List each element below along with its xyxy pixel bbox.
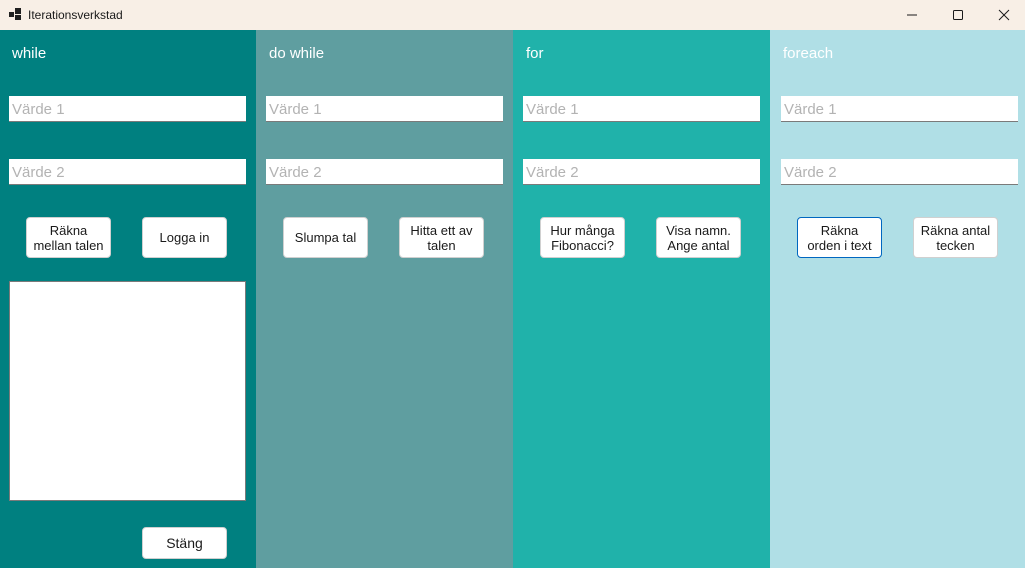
foreach-value2-input[interactable] — [781, 159, 1018, 185]
show-names-button[interactable]: Visa namn. Ange antal — [656, 217, 741, 258]
count-between-numbers-button[interactable]: Räkna mellan talen — [26, 217, 111, 258]
login-button[interactable]: Logga in — [142, 217, 227, 258]
close-button[interactable]: Stäng — [142, 527, 227, 559]
for-value2-input[interactable] — [523, 159, 760, 185]
maximize-button[interactable] — [935, 0, 981, 30]
panel-title-foreach: foreach — [783, 45, 834, 62]
while-output-listbox[interactable] — [9, 281, 246, 501]
while-value1-input[interactable] — [9, 96, 246, 122]
title-bar: Iterationsverkstad — [0, 0, 1025, 30]
do-while-value2-input[interactable] — [266, 159, 503, 185]
panel-do-while: do while Slumpa tal Hitta ett av talen — [256, 30, 513, 568]
minimize-icon — [907, 14, 917, 16]
panel-title-do-while: do while — [269, 45, 325, 62]
panel-title-for: for — [526, 45, 544, 62]
panel-title-while: while — [12, 45, 47, 62]
for-value1-input[interactable] — [523, 96, 760, 122]
window-title: Iterationsverkstad — [28, 8, 123, 22]
random-number-button[interactable]: Slumpa tal — [283, 217, 368, 258]
count-characters-button[interactable]: Räkna antal tecken — [913, 217, 998, 258]
do-while-value1-input[interactable] — [266, 96, 503, 122]
close-window-button[interactable] — [981, 0, 1025, 30]
panel-for: for Hur många Fibonacci? Visa namn. Ange… — [513, 30, 770, 568]
while-value2-input[interactable] — [9, 159, 246, 185]
find-one-of-numbers-button[interactable]: Hitta ett av talen — [399, 217, 484, 258]
panel-foreach: foreach Räkna orden i text Räkna antal t… — [770, 30, 1025, 568]
fibonacci-count-button[interactable]: Hur många Fibonacci? — [540, 217, 625, 258]
panel-while: while Räkna mellan talen Logga in Stäng — [0, 30, 256, 568]
minimize-button[interactable] — [889, 0, 935, 30]
close-icon — [998, 9, 1010, 21]
count-words-button[interactable]: Räkna orden i text — [797, 217, 882, 258]
maximize-icon — [953, 10, 963, 20]
foreach-value1-input[interactable] — [781, 96, 1018, 122]
app-window-icon — [9, 8, 21, 20]
